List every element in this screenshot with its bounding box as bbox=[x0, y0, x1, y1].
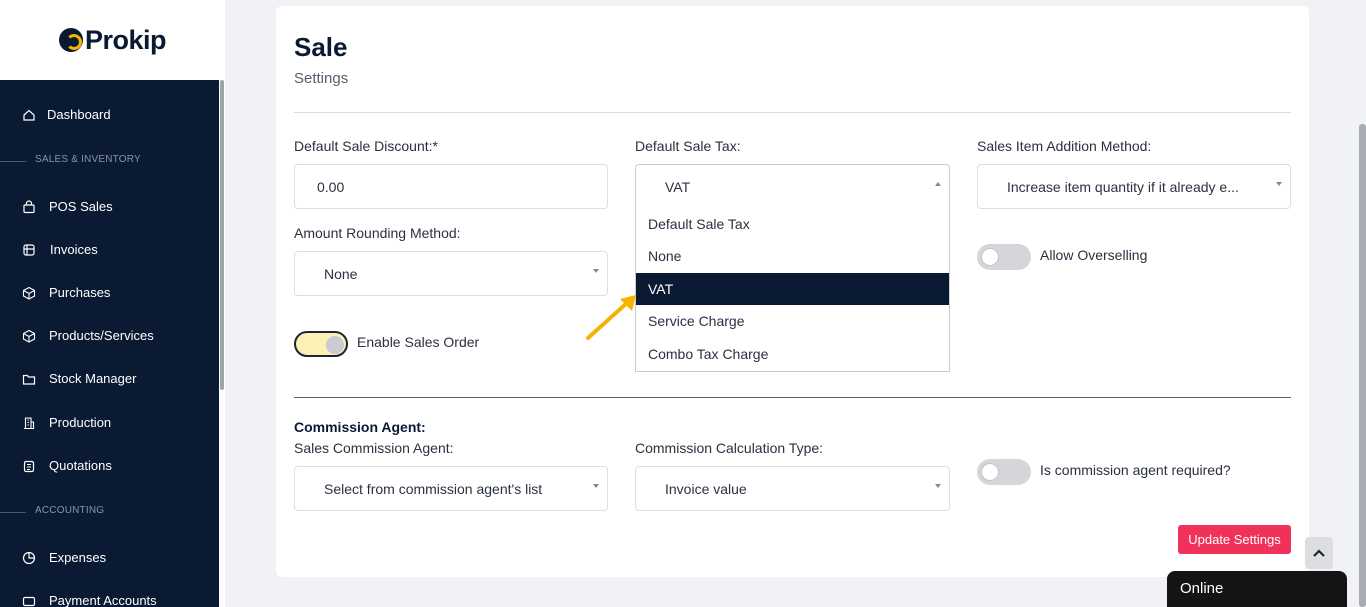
option-label: VAT bbox=[648, 281, 674, 297]
commission-calculation-type-value: Invoice value bbox=[665, 481, 747, 497]
default-sale-tax-dropdown: Default Sale Tax None VAT Service Charge… bbox=[635, 208, 950, 372]
amount-rounding-method-value: None bbox=[324, 266, 358, 282]
update-settings-button[interactable]: Update Settings bbox=[1178, 525, 1291, 554]
toggle-knob bbox=[981, 463, 999, 481]
sidebar-item-expenses[interactable]: Expenses bbox=[0, 546, 219, 570]
invoice-icon bbox=[23, 244, 35, 256]
amount-rounding-method-label: Amount Rounding Method: bbox=[294, 225, 461, 241]
enable-sales-order-label: Enable Sales Order bbox=[357, 334, 480, 350]
toggle-knob bbox=[326, 336, 344, 354]
building-icon bbox=[24, 417, 35, 430]
toggle-knob bbox=[981, 248, 999, 266]
online-chat-widget[interactable]: Online bbox=[1167, 571, 1347, 607]
sidebar-item-label: Payment Accounts bbox=[49, 593, 157, 607]
home-icon bbox=[23, 109, 35, 121]
tax-option-vat[interactable]: VAT bbox=[636, 273, 949, 305]
option-label: Service Charge bbox=[648, 313, 745, 329]
allow-overselling-toggle[interactable] bbox=[977, 244, 1031, 270]
prokip-logo-mark-icon bbox=[58, 28, 83, 52]
page-title: Sale bbox=[294, 32, 348, 62]
sidebar-item-quotations[interactable]: Quotations bbox=[0, 454, 219, 478]
pie-chart-icon bbox=[22, 551, 36, 565]
section-divider bbox=[0, 512, 26, 513]
tax-option-combo-tax-charge[interactable]: Combo Tax Charge bbox=[636, 338, 949, 370]
logo-text: Prokip bbox=[84, 24, 167, 55]
wallet-icon bbox=[22, 596, 36, 607]
section-divider bbox=[294, 397, 1291, 398]
sidebar-item-products-services[interactable]: Products/Services bbox=[0, 324, 219, 348]
sidebar-item-label: Products/Services bbox=[49, 328, 154, 343]
caret-up-icon bbox=[935, 182, 941, 186]
logo-area[interactable]: Prokip bbox=[0, 0, 225, 80]
sales-commission-agent-label: Sales Commission Agent: bbox=[294, 440, 454, 456]
default-sale-tax-label: Default Sale Tax: bbox=[635, 138, 741, 154]
sidebar-item-production[interactable]: Production bbox=[0, 411, 219, 435]
sidebar-section-accounting: ACCOUNTING bbox=[0, 505, 219, 519]
default-sale-discount-label: Default Sale Discount:* bbox=[294, 138, 438, 154]
chevron-up-icon bbox=[1313, 549, 1325, 557]
commission-calculation-type-label: Commission Calculation Type: bbox=[635, 440, 824, 456]
allow-overselling-label: Allow Overselling bbox=[1040, 247, 1148, 263]
sidebar-item-label: Dashboard bbox=[47, 107, 111, 122]
option-label: None bbox=[648, 248, 682, 264]
tax-option-default-sale-tax[interactable]: Default Sale Tax bbox=[636, 208, 949, 240]
sales-commission-agent-value: Select from commission agent's list bbox=[324, 481, 543, 497]
sidebar-item-label: Invoices bbox=[50, 242, 98, 257]
caret-down-icon bbox=[1276, 182, 1282, 186]
sales-item-addition-method-value: Increase item quantity if it already e..… bbox=[1007, 179, 1239, 195]
clipboard-icon bbox=[23, 460, 35, 473]
shopping-bag-icon bbox=[23, 200, 35, 214]
commission-agent-required-label: Is commission agent required? bbox=[1040, 462, 1231, 478]
section-label: SALES & INVENTORY bbox=[35, 154, 141, 165]
sidebar-section-sales-inventory: SALES & INVENTORY bbox=[0, 154, 219, 168]
header-divider bbox=[294, 112, 1291, 113]
default-sale-tax-select[interactable]: VAT bbox=[635, 164, 950, 209]
sales-item-addition-method-label: Sales Item Addition Method: bbox=[977, 138, 1152, 154]
commission-agent-required-toggle[interactable] bbox=[977, 459, 1031, 485]
tax-option-none[interactable]: None bbox=[636, 240, 949, 272]
section-label: ACCOUNTING bbox=[35, 505, 105, 516]
option-label: Default Sale Tax bbox=[648, 216, 750, 232]
default-sale-discount-value: 0.00 bbox=[317, 179, 345, 195]
sidebar-item-label: POS Sales bbox=[49, 199, 113, 214]
scroll-to-top-button[interactable] bbox=[1305, 537, 1333, 569]
sidebar-item-label: Quotations bbox=[49, 458, 112, 473]
box-icon bbox=[22, 286, 36, 300]
page-scrollbar-thumb[interactable] bbox=[1359, 124, 1366, 607]
sidebar-item-purchases[interactable]: Purchases bbox=[0, 281, 219, 305]
sales-item-addition-method-select[interactable]: Increase item quantity if it already e..… bbox=[977, 164, 1291, 209]
sidebar-item-label: Stock Manager bbox=[49, 371, 137, 386]
caret-down-icon bbox=[593, 484, 599, 488]
prokip-logo[interactable]: Prokip bbox=[58, 24, 167, 56]
page-subtitle: Settings bbox=[294, 70, 349, 87]
sidebar-item-dashboard[interactable]: Dashboard bbox=[0, 103, 219, 127]
sidebar-item-invoices[interactable]: Invoices bbox=[0, 238, 219, 262]
chat-status-label: Online bbox=[1180, 580, 1224, 597]
default-sale-discount-input[interactable]: 0.00 bbox=[294, 164, 608, 209]
caret-down-icon bbox=[935, 484, 941, 488]
option-label: Combo Tax Charge bbox=[648, 346, 769, 362]
commission-agent-heading: Commission Agent: bbox=[294, 419, 426, 435]
section-divider bbox=[0, 161, 26, 162]
sales-commission-agent-select[interactable]: Select from commission agent's list bbox=[294, 466, 608, 511]
caret-down-icon bbox=[593, 269, 599, 273]
default-sale-tax-value: VAT bbox=[665, 179, 691, 195]
folder-icon bbox=[22, 374, 36, 385]
amount-rounding-method-select[interactable]: None bbox=[294, 251, 608, 296]
pointer-arrow-icon bbox=[586, 295, 636, 340]
cube-icon bbox=[22, 329, 36, 343]
enable-sales-order-toggle[interactable] bbox=[294, 331, 348, 357]
sidebar-item-label: Purchases bbox=[49, 285, 111, 300]
sidebar-item-payment-accounts[interactable]: Payment Accounts bbox=[0, 589, 219, 607]
commission-calculation-type-select[interactable]: Invoice value bbox=[635, 466, 950, 511]
sidebar-item-stock-manager[interactable]: Stock Manager bbox=[0, 367, 219, 391]
tax-option-service-charge[interactable]: Service Charge bbox=[636, 305, 949, 337]
sidebar-scrollbar-thumb[interactable] bbox=[220, 80, 224, 390]
sidebar-item-label: Production bbox=[49, 415, 112, 430]
sidebar-item-label: Expenses bbox=[49, 550, 107, 565]
sidebar-item-pos-sales[interactable]: POS Sales bbox=[0, 195, 219, 219]
